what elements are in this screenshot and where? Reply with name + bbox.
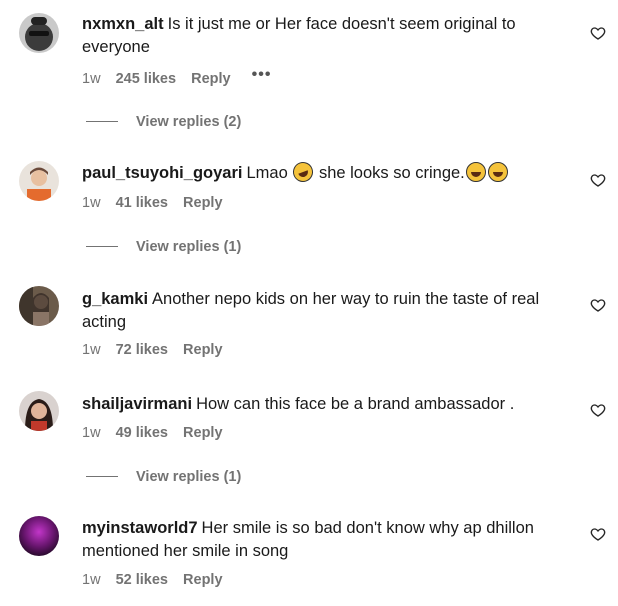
avatar[interactable]	[19, 161, 59, 201]
replies-divider	[86, 120, 118, 122]
comment-text: nxmxn_alt Is it just me or Her face doesn…	[82, 13, 582, 59]
view-replies-label: View replies (1)	[136, 469, 242, 485]
likes-count[interactable]: 41 likes	[116, 195, 168, 211]
comment-text: paul_tsuyohi_goyari Lmao she looks so cri…	[82, 159, 582, 185]
comment-age: 1w	[82, 572, 101, 588]
heart-outline-icon[interactable]	[590, 402, 606, 418]
view-replies-label: View replies (1)	[136, 239, 242, 255]
likes-count[interactable]: 245 likes	[116, 71, 176, 87]
comment-username[interactable]: g_kamki	[82, 290, 148, 308]
avatar[interactable]	[19, 516, 59, 556]
view-replies-button[interactable]: View replies (2)	[86, 114, 241, 130]
comment-username[interactable]: myinstaworld7	[82, 519, 198, 537]
comment-body-continued: she looks so cringe.	[318, 164, 465, 182]
comment-age: 1w	[82, 342, 101, 358]
comment-meta: 1w 41 likes Reply	[82, 195, 234, 211]
likes-count[interactable]: 52 likes	[116, 572, 168, 588]
comment-text: myinstaworld7 Her smile is so bad don't k…	[82, 517, 582, 563]
view-replies-button[interactable]: View replies (1)	[86, 239, 241, 255]
comment-username[interactable]: shailjavirmani	[82, 395, 192, 413]
reply-button[interactable]: Reply	[183, 572, 223, 588]
comment-body: How can this face be a brand ambassador …	[196, 395, 515, 413]
comment-body: Lmao	[246, 164, 288, 182]
avatar[interactable]	[19, 391, 59, 431]
joy-emoji	[487, 162, 508, 182]
comment-username[interactable]: nxmxn_alt	[82, 15, 164, 33]
reply-button[interactable]: Reply	[183, 425, 223, 441]
comment-meta: 1w 52 likes Reply	[82, 572, 234, 588]
reply-button[interactable]: Reply	[183, 195, 223, 211]
more-options-icon[interactable]: •••	[252, 66, 272, 83]
view-replies-label: View replies (2)	[136, 114, 242, 130]
likes-count[interactable]: 72 likes	[116, 342, 168, 358]
comment-age: 1w	[82, 195, 101, 211]
comment-meta: 1w 49 likes Reply	[82, 425, 234, 441]
comment-text: shailjavirmani How can this face be a bra…	[82, 393, 582, 416]
heart-outline-icon[interactable]	[590, 297, 606, 313]
heart-outline-icon[interactable]	[590, 25, 606, 41]
comment-meta: 1w 245 likes Reply •••	[82, 66, 282, 88]
joy-emoji	[465, 162, 486, 182]
comment-body: Another nepo kids on her way to ruin the…	[82, 290, 540, 331]
avatar[interactable]	[19, 13, 59, 53]
comment-meta: 1w 72 likes Reply	[82, 342, 234, 358]
comment-age: 1w	[82, 71, 101, 87]
reply-button[interactable]: Reply	[191, 71, 231, 87]
comment-text: g_kamki Another nepo kids on her way to r…	[82, 288, 582, 334]
likes-count[interactable]: 49 likes	[116, 425, 168, 441]
rofl-emoji	[290, 159, 317, 185]
heart-outline-icon[interactable]	[590, 172, 606, 188]
reply-button[interactable]: Reply	[183, 342, 223, 358]
avatar[interactable]	[19, 286, 59, 326]
heart-outline-icon[interactable]	[590, 526, 606, 542]
comment-age: 1w	[82, 425, 101, 441]
comment-username[interactable]: paul_tsuyohi_goyari	[82, 164, 242, 182]
replies-divider	[86, 475, 118, 477]
view-replies-button[interactable]: View replies (1)	[86, 469, 241, 485]
replies-divider	[86, 245, 118, 247]
